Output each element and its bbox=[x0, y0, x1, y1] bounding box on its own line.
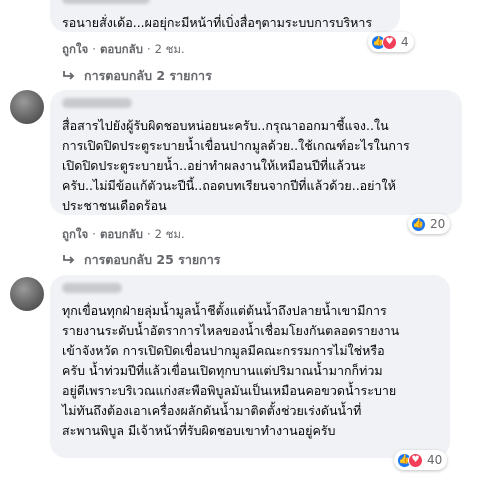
comment-3: ทุกเขื่อนทุกฝ่ายลุ่มน้ำมูลน้ำชีตั้งแต่ต้… bbox=[0, 275, 492, 485]
avatar[interactable] bbox=[10, 90, 44, 124]
comment-bubble: ทุกเขื่อนทุกฝ่ายลุ่มน้ำมูลน้ำชีตั้งแต่ต้… bbox=[50, 275, 450, 458]
view-replies-link[interactable]: การตอบกลับ 25 รายการ bbox=[62, 250, 220, 270]
reply-link[interactable]: ตอบกลับ bbox=[100, 42, 143, 56]
replies-label: การตอบกลับ 2 รายการ bbox=[84, 68, 212, 83]
comment-actions: ถูกใจ · ตอบกลับ · 2 ชม. bbox=[62, 42, 185, 56]
comment-actions: ถูกใจ · ตอบกลับ · 2 ชม. bbox=[62, 227, 185, 241]
reaction-summary[interactable]: 👍 20 bbox=[408, 214, 451, 234]
reply-link[interactable]: ตอบกลับ bbox=[100, 227, 143, 241]
comment-1: รอนายสั่งเด้อ...ผอยุ่กะมีหน้าที่เบิ่งสื่… bbox=[0, 0, 492, 90]
comment-time[interactable]: 2 ชม. bbox=[155, 42, 185, 56]
author-name-blurred[interactable] bbox=[62, 0, 150, 4]
like-reaction-icon: 👍 bbox=[411, 216, 426, 232]
reply-arrow-icon bbox=[63, 71, 75, 80]
love-reaction-icon: ♥ bbox=[382, 34, 397, 50]
view-replies-link[interactable]: การตอบกลับ 2 รายการ bbox=[62, 66, 212, 86]
reaction-count: 4 bbox=[401, 35, 409, 49]
reply-arrow-icon bbox=[63, 255, 75, 264]
comment-bubble: สื่อสารไปยังผู้รับผิดชอบหน่อยนะครับ..กรุ… bbox=[50, 90, 462, 215]
reaction-count: 40 bbox=[427, 453, 443, 467]
comment-text: สื่อสารไปยังผู้รับผิดชอบหน่อยนะครับ..กรุ… bbox=[62, 118, 410, 213]
comment-time[interactable]: 2 ชม. bbox=[155, 227, 185, 241]
reaction-count: 20 bbox=[430, 217, 446, 231]
like-link[interactable]: ถูกใจ bbox=[62, 227, 88, 241]
avatar[interactable] bbox=[10, 277, 44, 311]
reaction-summary[interactable]: 👍 ♥ 40 bbox=[394, 450, 448, 470]
comment-text: ทุกเขื่อนทุกฝ่ายลุ่มน้ำมูลน้ำชีตั้งแต่ต้… bbox=[62, 303, 400, 438]
comment-bubble: รอนายสั่งเด้อ...ผอยุ่กะมีหน้าที่เบิ่งสื่… bbox=[50, 0, 400, 32]
comment-text: รอนายสั่งเด้อ...ผอยุ่กะมีหน้าที่เบิ่งสื่… bbox=[62, 15, 373, 30]
replies-label: การตอบกลับ 25 รายการ bbox=[84, 252, 221, 267]
like-link[interactable]: ถูกใจ bbox=[62, 42, 88, 56]
reaction-summary[interactable]: 👍 ♥ 4 bbox=[368, 32, 414, 52]
love-reaction-icon: ♥ bbox=[408, 452, 423, 468]
author-name-blurred[interactable] bbox=[62, 98, 132, 108]
comment-2: สื่อสารไปยังผู้รับผิดชอบหน่อยนะครับ..กรุ… bbox=[0, 90, 492, 267]
author-name-blurred[interactable] bbox=[62, 283, 122, 293]
